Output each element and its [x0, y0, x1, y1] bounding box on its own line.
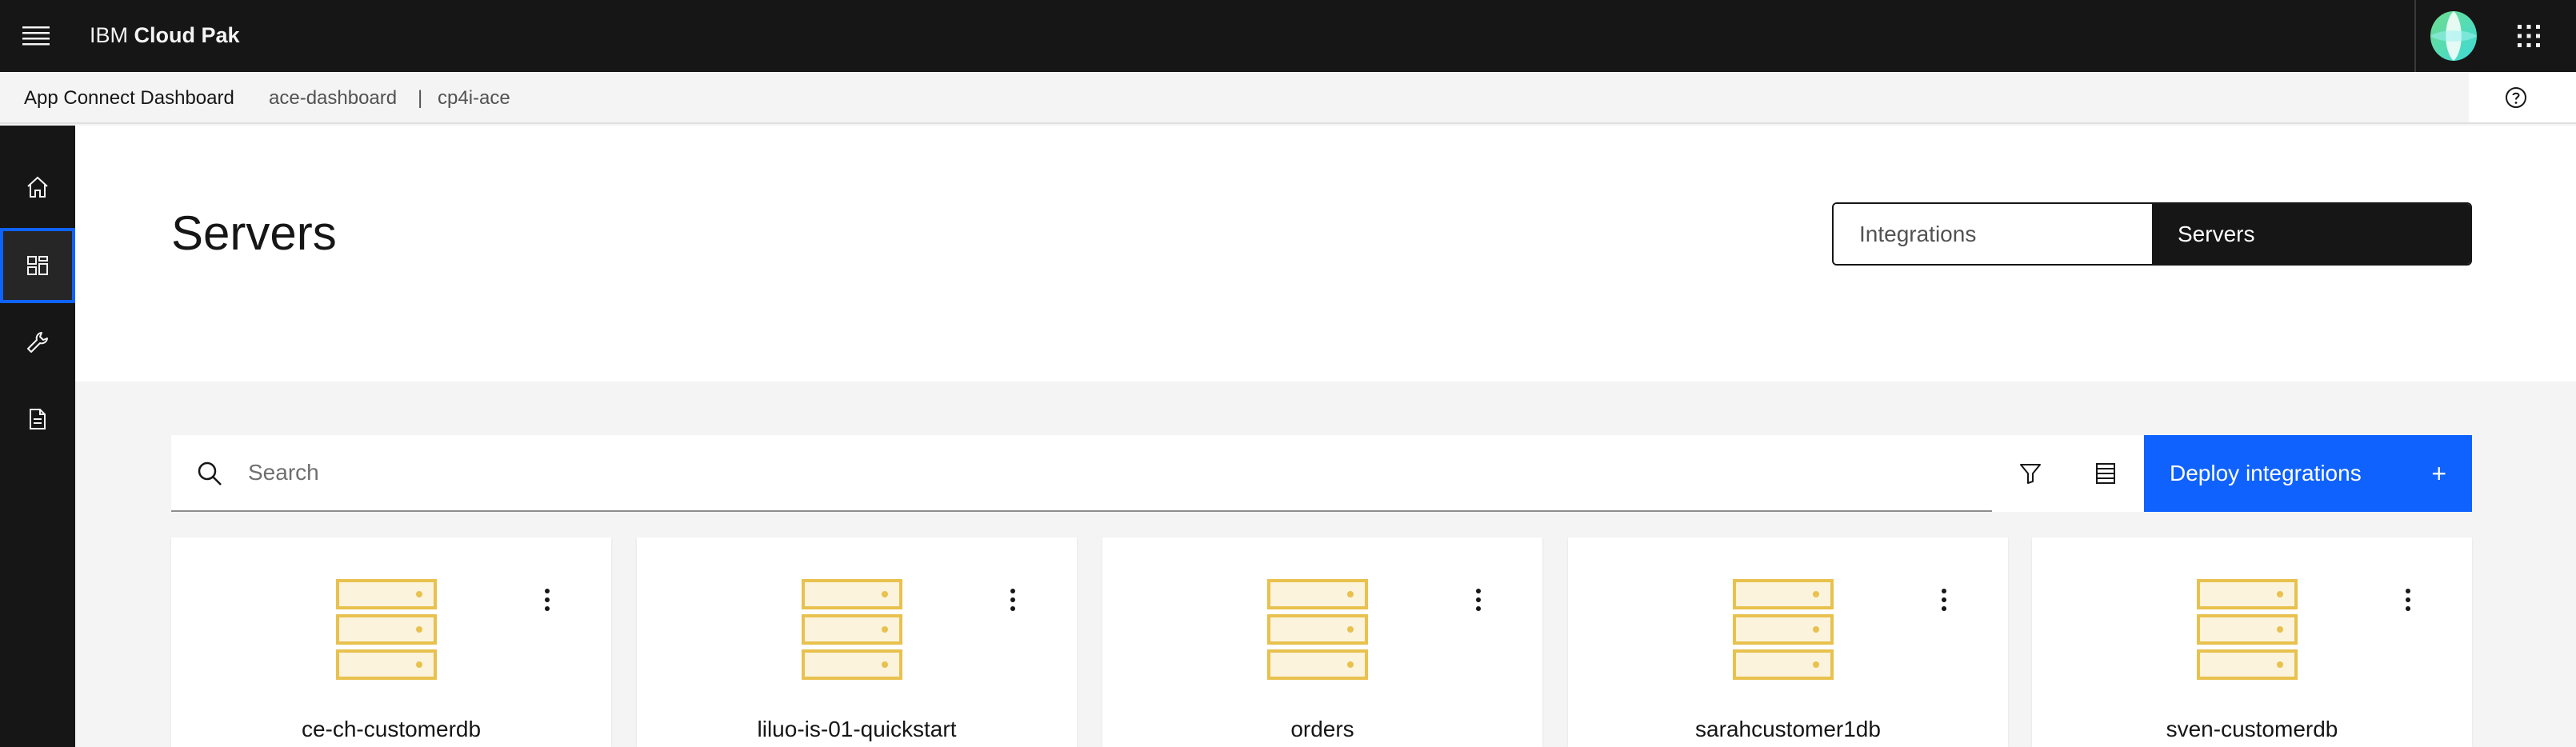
- filter-button[interactable]: [1992, 435, 2069, 512]
- overflow-menu-icon: [545, 589, 550, 611]
- server-card[interactable]: sarahcustomer1db: [1568, 537, 2008, 747]
- switch-option-integrations[interactable]: Integrations: [1834, 204, 2152, 264]
- brand-product: Cloud Pak: [134, 23, 240, 47]
- server-icon: [1267, 579, 1368, 680]
- search-input[interactable]: [248, 435, 1968, 510]
- hamburger-menu-icon: [22, 26, 50, 46]
- nav-item-documents[interactable]: [0, 381, 75, 457]
- plus-icon: +: [2431, 459, 2446, 488]
- side-nav: [0, 126, 75, 747]
- document-icon: [30, 409, 46, 429]
- search-icon: [198, 461, 222, 485]
- hamburger-menu-button[interactable]: [0, 0, 72, 72]
- overflow-menu-icon: [1476, 589, 1481, 611]
- nav-item-tools[interactable]: [0, 305, 75, 380]
- breadcrumb-app-name[interactable]: App Connect Dashboard: [24, 72, 234, 124]
- server-name: orders: [1290, 717, 1354, 741]
- overflow-menu-icon: [2406, 589, 2410, 611]
- deploy-button-label: Deploy integrations: [2170, 461, 2362, 485]
- app-switcher-button[interactable]: [2493, 0, 2565, 72]
- server-name: sven-customerdb: [2166, 717, 2338, 741]
- home-icon: [27, 176, 48, 198]
- overflow-menu-button[interactable]: [2389, 581, 2427, 619]
- wrench-icon: [27, 332, 48, 353]
- list-view-icon: [2096, 463, 2115, 484]
- brand-name[interactable]: IBM Cloud Pak: [90, 0, 240, 72]
- server-card[interactable]: sven-customerdb: [2032, 537, 2472, 747]
- nav-item-dashboard[interactable]: [0, 228, 75, 303]
- overflow-menu-icon: [1010, 589, 1015, 611]
- switch-option-servers[interactable]: Servers: [2152, 204, 2470, 264]
- server-icon: [802, 579, 902, 680]
- nav-item-home[interactable]: [0, 150, 75, 225]
- server-card[interactable]: ce-ch-customerdb: [171, 537, 611, 747]
- view-switcher: Integrations Servers: [1832, 202, 2472, 266]
- server-icon: [336, 579, 437, 680]
- header-divider: [2414, 0, 2416, 72]
- server-name: ce-ch-customerdb: [301, 717, 482, 741]
- top-header: IBM Cloud Pak: [0, 0, 2576, 72]
- user-avatar-button[interactable]: [2418, 0, 2490, 72]
- breadcrumb-separator: |: [418, 87, 423, 109]
- overflow-menu-button[interactable]: [994, 581, 1032, 619]
- dashboard-icon: [27, 256, 48, 275]
- overflow-menu-button[interactable]: [528, 581, 566, 619]
- overflow-menu-icon: [1942, 589, 1946, 611]
- brand-prefix: IBM: [90, 23, 129, 47]
- user-avatar-icon: [2430, 11, 2477, 61]
- breadcrumb-namespace: ace-dashboard: [269, 87, 398, 109]
- deploy-integrations-button[interactable]: Deploy integrations +: [2144, 435, 2472, 512]
- overflow-menu-button[interactable]: [1459, 581, 1498, 619]
- help-button[interactable]: [2496, 80, 2536, 115]
- page-title: Servers: [171, 206, 337, 260]
- server-icon: [2197, 579, 2298, 680]
- breadcrumb: App Connect Dashboard ace-dashboard | cp…: [0, 72, 2576, 124]
- server-name: sarahcustomer1db: [1695, 717, 1881, 741]
- app-switcher-grid-icon: [2518, 25, 2540, 47]
- server-card[interactable]: orders: [1102, 537, 1542, 747]
- view-toggle-button[interactable]: [2067, 435, 2144, 512]
- search-bar: [171, 435, 1992, 512]
- overflow-menu-button[interactable]: [1925, 581, 1963, 619]
- breadcrumb-instance: cp4i-ace: [438, 87, 510, 109]
- server-card[interactable]: liluo-is-01-quickstart: [637, 537, 1077, 747]
- server-icon: [1733, 579, 1834, 680]
- server-name: liluo-is-01-quickstart: [757, 717, 957, 741]
- help-icon: [2506, 87, 2526, 108]
- filter-icon: [2020, 464, 2041, 484]
